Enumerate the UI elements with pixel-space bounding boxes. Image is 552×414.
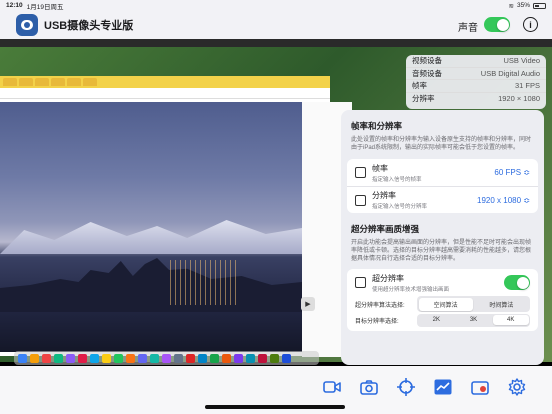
- superres-section-title: 超分辨率画质增强: [351, 224, 420, 235]
- record-icon[interactable]: [471, 378, 489, 396]
- superres-toggle[interactable]: [504, 275, 530, 291]
- info-value: USB Video: [503, 56, 540, 66]
- info-label: 帧率: [412, 81, 427, 91]
- superres-subtitle: 使用超分辨率技术增强输出画面: [372, 286, 450, 293]
- play-icon: ▶: [301, 297, 315, 311]
- chart-icon[interactable]: [434, 378, 452, 396]
- film-icon: [355, 167, 366, 179]
- superres-section-description: 开启此功能会提高输出画面的分辨率，但是性能不足时可能会出现帧率降低或卡顿。选择的…: [351, 240, 532, 263]
- resolution-icon: [355, 194, 366, 206]
- algorithm-segmented-control: 空间算法 时间算法: [417, 296, 530, 313]
- superres-title: 超分辨率: [372, 273, 404, 283]
- framerate-card: 帧率 指定输入信号的帧率 60 FPS ≎ 分辨率 指定输入信号的分辨率 192…: [347, 159, 538, 214]
- info-value: USB Digital Audio: [480, 68, 540, 78]
- enhance-icon: [355, 277, 366, 289]
- target-option-2k[interactable]: 2K: [419, 315, 455, 325]
- framerate-section-description: 此处设置的帧率和分辨率为输入设备原生支持的帧率和分辨率，同时由于iPad系统限制…: [351, 137, 532, 152]
- sound-toggle[interactable]: [484, 17, 510, 32]
- wifi-icon: ≋: [508, 2, 514, 10]
- resolution-select[interactable]: 1920 x 1080 ≎: [477, 196, 530, 205]
- app-logo-icon: [16, 14, 38, 36]
- framerate-section-title: 帧率和分辨率: [351, 121, 403, 131]
- status-bar: 12:10 1月19日周五 ≋ 35%: [0, 0, 552, 11]
- algorithm-option-spatial[interactable]: 空间算法: [418, 297, 473, 311]
- algorithm-row: 超分辨率算法选择: 空间算法 时间算法: [347, 296, 538, 313]
- resolution-row[interactable]: 分辨率 指定输入信号的分辨率 1920 x 1080 ≎: [347, 186, 538, 213]
- info-label: 分辨率: [412, 94, 435, 104]
- gear-icon[interactable]: [508, 378, 526, 396]
- battery-percent: 35%: [516, 2, 530, 9]
- captured-desktop-menubar: [0, 39, 552, 47]
- info-label: 音频设备: [412, 68, 442, 78]
- info-row-resolution: 分辨率 1920 × 1080: [406, 93, 546, 106]
- captured-browser-tabs: [0, 76, 330, 88]
- framerate-row[interactable]: 帧率 指定输入信号的帧率 60 FPS ≎: [347, 159, 538, 186]
- target-row: 目标分辨率选择: 2K 3K 4K: [347, 312, 538, 328]
- info-value: 31 FPS: [514, 81, 540, 91]
- status-time: 12:10: [6, 2, 23, 9]
- algorithm-option-temporal[interactable]: 时间算法: [474, 298, 528, 311]
- captured-browser-urlbar: [0, 88, 330, 99]
- target-option-3k[interactable]: 3K: [456, 315, 492, 325]
- video-info-panel: 视频设备 USB Video 音频设备 USB Digital Audio 帧率…: [406, 55, 546, 109]
- captured-landscape-image: [0, 102, 302, 352]
- status-date: 1月19日周五: [26, 3, 64, 11]
- algorithm-label: 超分辨率算法选择:: [355, 302, 405, 309]
- app-header: USB摄像头专业版 声音 i: [0, 11, 552, 39]
- framerate-select[interactable]: 60 FPS ≎: [494, 168, 530, 177]
- captured-dock: [14, 351, 319, 365]
- app-title: USB摄像头专业版: [44, 20, 134, 32]
- info-button[interactable]: i: [523, 17, 538, 32]
- resolution-title: 分辨率: [372, 191, 396, 201]
- info-label: 视频设备: [412, 56, 442, 66]
- sound-label: 声音: [458, 23, 478, 34]
- home-indicator: [205, 405, 345, 409]
- framerate-subtitle: 指定输入信号的帧率: [372, 176, 422, 183]
- superres-card: 超分辨率 使用超分辨率技术增强输出画面 超分辨率算法选择: 空间算法 时间算法 …: [347, 269, 538, 332]
- resolution-subtitle: 指定输入信号的分辨率: [372, 204, 428, 211]
- battery-icon: [533, 2, 546, 9]
- status-right: ≋ 35%: [509, 2, 546, 10]
- crosshair-icon[interactable]: [397, 378, 415, 396]
- target-label: 目标分辨率选择:: [355, 318, 399, 325]
- video-camera-icon[interactable]: [323, 378, 341, 396]
- info-row-framerate: 帧率 31 FPS: [406, 80, 546, 93]
- superres-toggle-row: 超分辨率 使用超分辨率技术增强输出画面: [347, 269, 538, 296]
- info-row-audio-device: 音频设备 USB Digital Audio: [406, 68, 546, 80]
- camera-icon[interactable]: [360, 378, 378, 396]
- info-row-video-device: 视频设备 USB Video: [406, 55, 546, 68]
- info-value: 1920 × 1080: [498, 94, 540, 104]
- target-segmented-control: 2K 3K 4K: [417, 313, 530, 327]
- framerate-title: 帧率: [372, 163, 388, 173]
- settings-panel: 帧率和分辨率 此处设置的帧率和分辨率为输入设备原生支持的帧率和分辨率，同时由于i…: [341, 110, 544, 365]
- target-option-4k[interactable]: 4K: [492, 315, 529, 326]
